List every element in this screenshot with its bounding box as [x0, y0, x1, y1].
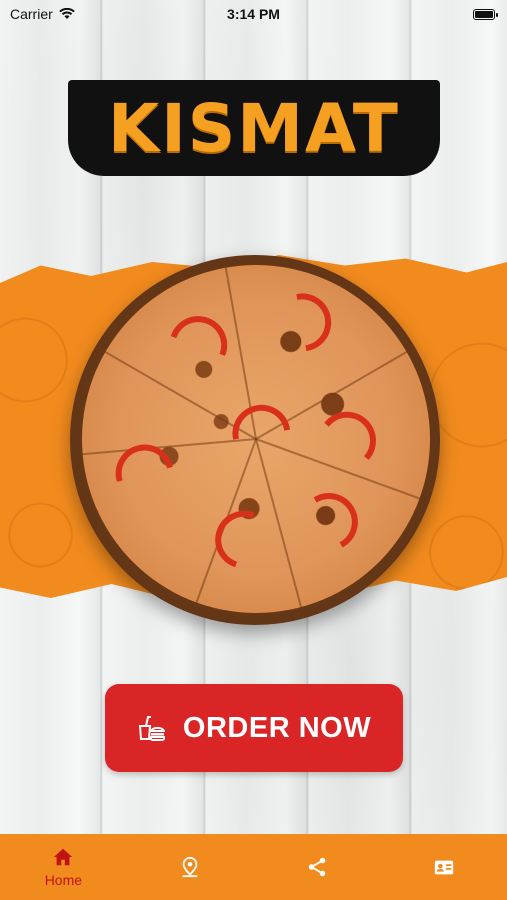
tab-contact[interactable] [380, 834, 507, 900]
status-bar: Carrier 3:14 PM [0, 0, 507, 28]
brand-logo: KISMAT [68, 80, 440, 176]
home-icon [54, 848, 73, 866]
fast-food-icon [138, 716, 165, 741]
status-time: 3:14 PM [227, 6, 280, 22]
order-now-label: ORDER NOW [182, 711, 372, 744]
location-pin-icon [182, 856, 198, 878]
contact-card-icon [434, 860, 453, 875]
tab-home[interactable]: Home [0, 834, 127, 900]
tab-location[interactable] [127, 834, 254, 900]
order-now-button[interactable]: ORDER NOW [105, 684, 403, 772]
share-icon [308, 857, 326, 877]
pizza-icon [82, 265, 430, 613]
tab-bar: Home [0, 834, 507, 900]
battery-icon [473, 8, 498, 20]
tab-share[interactable] [254, 834, 381, 900]
logo-text: KISMAT [108, 89, 400, 167]
tab-home-label: Home [44, 872, 83, 888]
